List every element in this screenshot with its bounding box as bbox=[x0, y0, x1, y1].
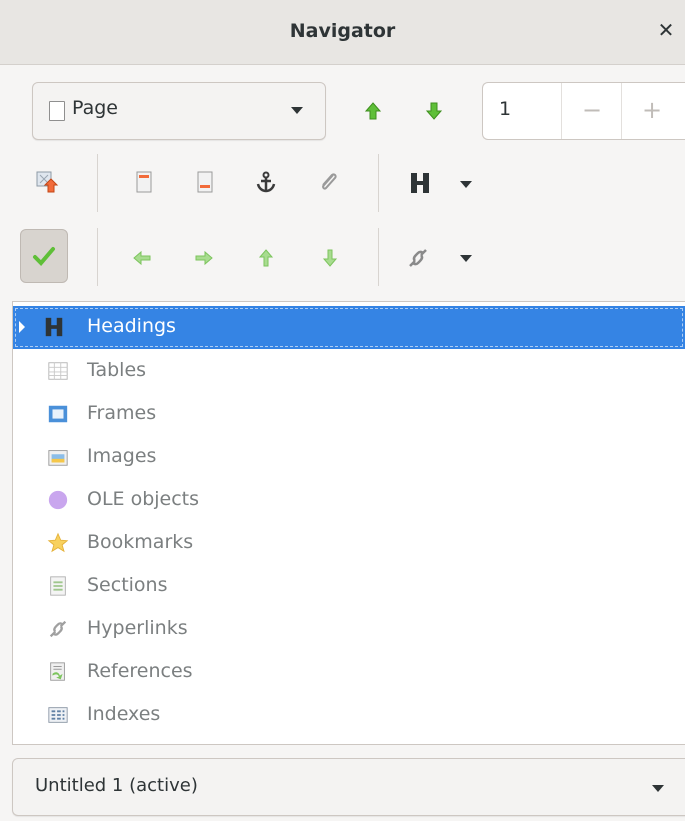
hyperlinks-icon bbox=[49, 620, 67, 638]
tree-item-tables[interactable]: Tables bbox=[13, 350, 685, 393]
bookmark-star-icon bbox=[47, 532, 69, 553]
tree-item-images[interactable]: Images bbox=[13, 436, 685, 479]
tree-item-bookmarks[interactable]: Bookmarks bbox=[13, 522, 685, 565]
references-icon bbox=[50, 662, 65, 681]
headings-icon bbox=[45, 317, 63, 337]
promote-chapter-icon[interactable] bbox=[130, 246, 154, 270]
page-number-input[interactable]: 1 bbox=[499, 98, 511, 120]
tree-item-ole-objects[interactable]: OLE objects bbox=[13, 479, 685, 522]
tree-item-label: Frames bbox=[87, 402, 157, 424]
arrow-down-green-icon[interactable] bbox=[422, 99, 446, 123]
tree-item-frames[interactable]: Frames bbox=[13, 393, 685, 436]
navigate-by-dropdown[interactable]: Page bbox=[32, 82, 326, 140]
footer-icon[interactable] bbox=[193, 170, 217, 194]
document-selector-label: Untitled 1 (active) bbox=[35, 775, 198, 796]
tree-item-label: Tables bbox=[87, 359, 147, 381]
images-icon bbox=[48, 450, 68, 466]
toolbar-separator bbox=[378, 228, 379, 286]
navigate-by-label: Page bbox=[72, 97, 118, 119]
demote-chapter-icon[interactable] bbox=[192, 246, 216, 270]
content-tree[interactable]: Headings Tables Frames Images OLE object… bbox=[12, 301, 685, 745]
toolbar-separator bbox=[378, 154, 379, 212]
page-number-spinbutton[interactable]: 1 − + bbox=[482, 82, 685, 140]
promote-level-icon[interactable] bbox=[254, 246, 278, 270]
expander-icon[interactable] bbox=[19, 321, 25, 333]
tree-item-indexes[interactable]: Indexes bbox=[13, 694, 685, 737]
tree-item-label: Bookmarks bbox=[87, 531, 194, 553]
chevron-down-icon[interactable] bbox=[460, 255, 472, 262]
toggle-content-button[interactable] bbox=[20, 229, 68, 283]
window-title: Navigator bbox=[289, 20, 396, 42]
decrement-button[interactable]: − bbox=[561, 83, 622, 139]
tree-item-label: Images bbox=[87, 445, 157, 467]
tree-item-label: References bbox=[87, 660, 193, 682]
page-checkbox-icon bbox=[49, 101, 65, 121]
tree-item-hyperlinks[interactable]: Hyperlinks bbox=[13, 608, 685, 651]
tree-item-label: Hyperlinks bbox=[87, 617, 188, 639]
tree-item-label: Headings bbox=[87, 315, 176, 337]
tree-item-sections[interactable]: Sections bbox=[13, 565, 685, 608]
anchor-icon[interactable] bbox=[254, 170, 278, 194]
demote-level-icon[interactable] bbox=[318, 246, 342, 270]
sections-icon bbox=[50, 576, 66, 596]
tree-item-references[interactable]: References bbox=[13, 651, 685, 694]
chevron-down-icon bbox=[291, 107, 303, 114]
drag-mode-icon[interactable] bbox=[35, 170, 59, 194]
indexes-icon bbox=[48, 707, 68, 723]
document-selector-dropdown[interactable]: Untitled 1 (active) bbox=[12, 758, 685, 816]
tables-icon bbox=[48, 362, 68, 380]
tree-item-label: Sections bbox=[87, 574, 168, 596]
check-icon bbox=[33, 247, 55, 266]
ole-objects-icon bbox=[48, 490, 68, 510]
increment-button[interactable]: + bbox=[621, 83, 682, 139]
paperclip-icon[interactable] bbox=[317, 170, 341, 194]
close-icon[interactable]: ✕ bbox=[655, 18, 677, 42]
hyperlink-mode-icon[interactable] bbox=[406, 246, 430, 270]
frames-icon bbox=[48, 405, 68, 423]
toolbar-separator bbox=[97, 228, 98, 286]
chevron-down-icon[interactable] bbox=[460, 181, 472, 188]
toolbar-separator bbox=[97, 154, 98, 212]
tree-item-label: OLE objects bbox=[87, 488, 200, 510]
header-icon[interactable] bbox=[132, 170, 156, 194]
titlebar: Navigator ✕ bbox=[0, 0, 685, 65]
arrow-up-green-icon[interactable] bbox=[361, 99, 385, 123]
heading-level-icon[interactable] bbox=[408, 171, 432, 195]
tree-item-headings[interactable]: Headings bbox=[13, 306, 685, 349]
chevron-down-icon bbox=[652, 785, 664, 792]
tree-item-label: Indexes bbox=[87, 703, 161, 725]
